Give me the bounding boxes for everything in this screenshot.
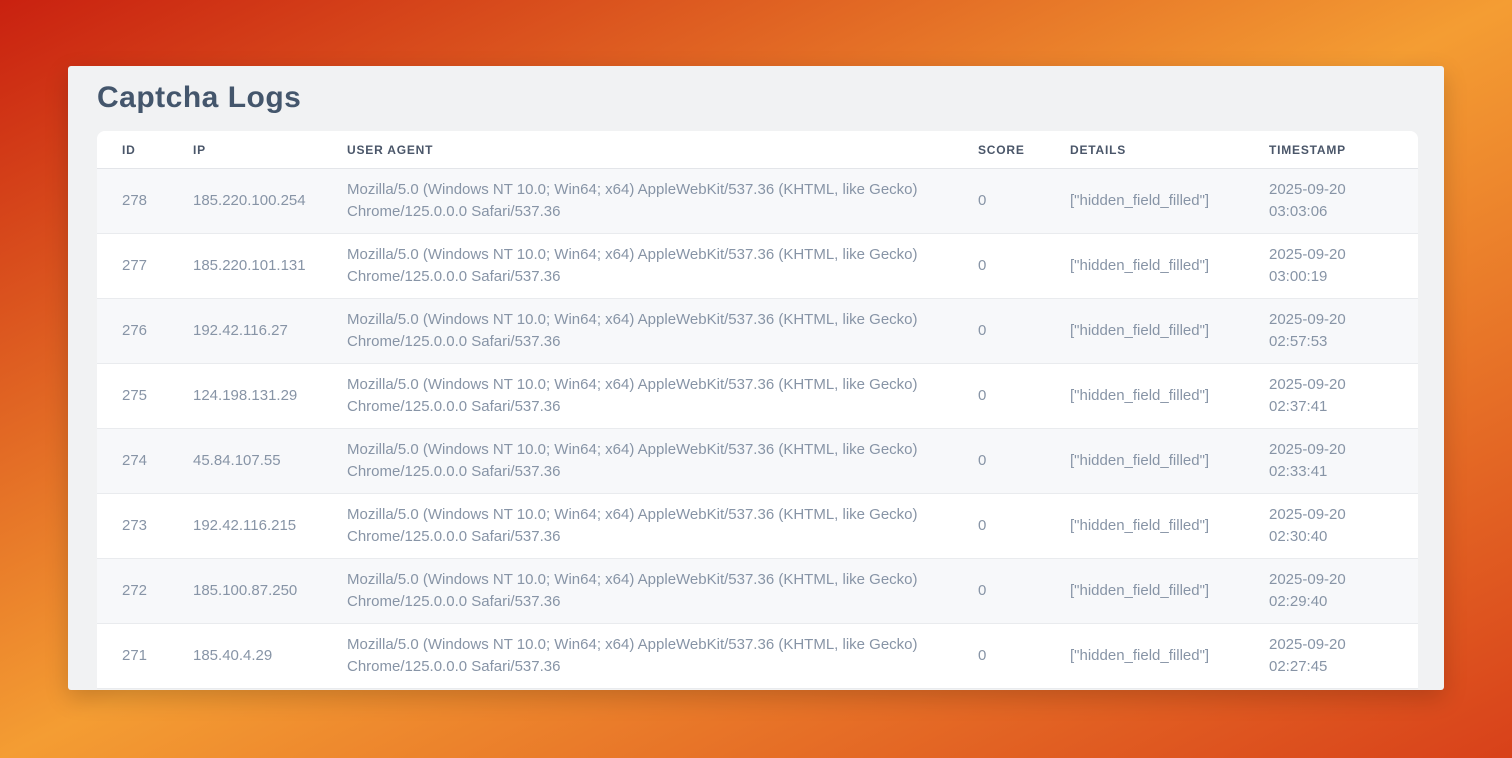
table-body: 278 185.220.100.254 Mozilla/5.0 (Windows… bbox=[97, 169, 1418, 689]
cell-ip: 192.42.116.27 bbox=[168, 299, 322, 364]
cell-ip: 185.40.4.29 bbox=[168, 624, 322, 689]
cell-id: 272 bbox=[97, 559, 168, 624]
column-header-ip: IP bbox=[168, 131, 322, 169]
cell-id: 274 bbox=[97, 429, 168, 494]
cell-details: ["hidden_field_filled"] bbox=[1045, 169, 1244, 234]
cell-timestamp: 2025-09-20 02:29:40 bbox=[1244, 559, 1418, 624]
table-row: 275 124.198.131.29 Mozilla/5.0 (Windows … bbox=[97, 364, 1418, 429]
cell-score: 0 bbox=[953, 169, 1045, 234]
cell-ip: 192.42.116.215 bbox=[168, 494, 322, 559]
cell-ip: 124.198.131.29 bbox=[168, 364, 322, 429]
cell-timestamp: 2025-09-20 03:00:19 bbox=[1244, 234, 1418, 299]
cell-id: 278 bbox=[97, 169, 168, 234]
cell-score: 0 bbox=[953, 429, 1045, 494]
cell-details: ["hidden_field_filled"] bbox=[1045, 624, 1244, 689]
table-row: 273 192.42.116.215 Mozilla/5.0 (Windows … bbox=[97, 494, 1418, 559]
cell-timestamp: 2025-09-20 03:03:06 bbox=[1244, 169, 1418, 234]
column-header-id: ID bbox=[97, 131, 168, 169]
table-header: ID IP USER AGENT SCORE DETAILS TIMESTAMP bbox=[97, 131, 1418, 169]
cell-timestamp: 2025-09-20 02:33:41 bbox=[1244, 429, 1418, 494]
table-row: 272 185.100.87.250 Mozilla/5.0 (Windows … bbox=[97, 559, 1418, 624]
cell-user-agent: Mozilla/5.0 (Windows NT 10.0; Win64; x64… bbox=[322, 169, 953, 234]
cell-user-agent: Mozilla/5.0 (Windows NT 10.0; Win64; x64… bbox=[322, 429, 953, 494]
cell-details: ["hidden_field_filled"] bbox=[1045, 234, 1244, 299]
cell-timestamp: 2025-09-20 02:57:53 bbox=[1244, 299, 1418, 364]
cell-details: ["hidden_field_filled"] bbox=[1045, 364, 1244, 429]
table-row: 274 45.84.107.55 Mozilla/5.0 (Windows NT… bbox=[97, 429, 1418, 494]
column-header-details: DETAILS bbox=[1045, 131, 1244, 169]
cell-user-agent: Mozilla/5.0 (Windows NT 10.0; Win64; x64… bbox=[322, 624, 953, 689]
cell-id: 275 bbox=[97, 364, 168, 429]
cell-user-agent: Mozilla/5.0 (Windows NT 10.0; Win64; x64… bbox=[322, 364, 953, 429]
cell-details: ["hidden_field_filled"] bbox=[1045, 429, 1244, 494]
cell-timestamp: 2025-09-20 02:27:45 bbox=[1244, 624, 1418, 689]
cell-id: 277 bbox=[97, 234, 168, 299]
cell-timestamp: 2025-09-20 02:37:41 bbox=[1244, 364, 1418, 429]
table-header-row: ID IP USER AGENT SCORE DETAILS TIMESTAMP bbox=[97, 131, 1418, 169]
cell-ip: 185.220.100.254 bbox=[168, 169, 322, 234]
cell-id: 271 bbox=[97, 624, 168, 689]
cell-score: 0 bbox=[953, 299, 1045, 364]
cell-ip: 185.220.101.131 bbox=[168, 234, 322, 299]
captcha-logs-card: Captcha Logs ID IP USER AGENT SCORE DETA… bbox=[68, 66, 1444, 690]
cell-score: 0 bbox=[953, 234, 1045, 299]
cell-id: 273 bbox=[97, 494, 168, 559]
table-row: 277 185.220.101.131 Mozilla/5.0 (Windows… bbox=[97, 234, 1418, 299]
cell-timestamp: 2025-09-20 02:30:40 bbox=[1244, 494, 1418, 559]
cell-details: ["hidden_field_filled"] bbox=[1045, 494, 1244, 559]
cell-score: 0 bbox=[953, 624, 1045, 689]
page-title: Captcha Logs bbox=[97, 80, 1415, 116]
cell-user-agent: Mozilla/5.0 (Windows NT 10.0; Win64; x64… bbox=[322, 299, 953, 364]
column-header-timestamp: TIMESTAMP bbox=[1244, 131, 1418, 169]
table-row: 271 185.40.4.29 Mozilla/5.0 (Windows NT … bbox=[97, 624, 1418, 689]
cell-score: 0 bbox=[953, 364, 1045, 429]
cell-ip: 45.84.107.55 bbox=[168, 429, 322, 494]
column-header-score: SCORE bbox=[953, 131, 1045, 169]
table-row: 278 185.220.100.254 Mozilla/5.0 (Windows… bbox=[97, 169, 1418, 234]
cell-details: ["hidden_field_filled"] bbox=[1045, 299, 1244, 364]
column-header-user-agent: USER AGENT bbox=[322, 131, 953, 169]
cell-user-agent: Mozilla/5.0 (Windows NT 10.0; Win64; x64… bbox=[322, 559, 953, 624]
captcha-logs-table: ID IP USER AGENT SCORE DETAILS TIMESTAMP… bbox=[97, 131, 1418, 689]
cell-user-agent: Mozilla/5.0 (Windows NT 10.0; Win64; x64… bbox=[322, 234, 953, 299]
cell-id: 276 bbox=[97, 299, 168, 364]
cell-details: ["hidden_field_filled"] bbox=[1045, 559, 1244, 624]
table-row: 276 192.42.116.27 Mozilla/5.0 (Windows N… bbox=[97, 299, 1418, 364]
cell-score: 0 bbox=[953, 494, 1045, 559]
cell-ip: 185.100.87.250 bbox=[168, 559, 322, 624]
cell-score: 0 bbox=[953, 559, 1045, 624]
cell-user-agent: Mozilla/5.0 (Windows NT 10.0; Win64; x64… bbox=[322, 494, 953, 559]
